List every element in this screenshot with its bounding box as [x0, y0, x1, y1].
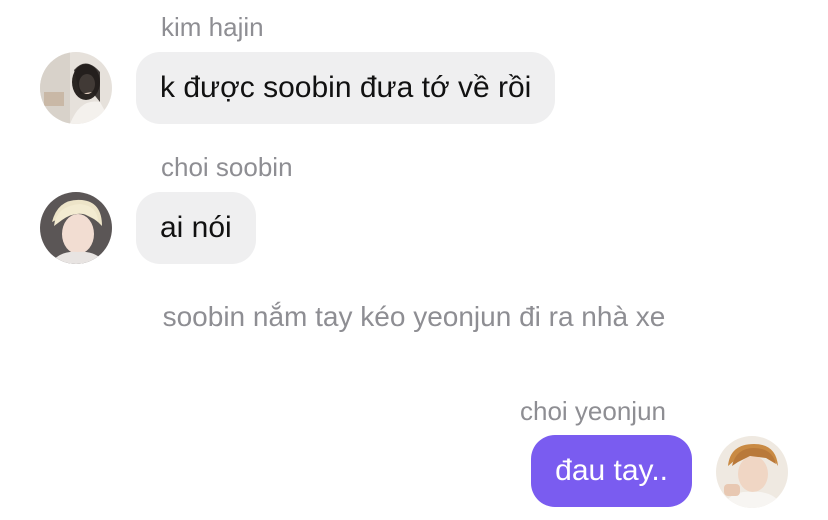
hajin-avatar[interactable]	[40, 52, 112, 124]
message-bubble-outgoing[interactable]: đau tay..	[531, 435, 692, 507]
sender-name: kim hajin	[161, 12, 264, 42]
sender-name: choi yeonjun	[520, 396, 666, 426]
message-bubble[interactable]: ai nói	[136, 192, 256, 264]
yeonjun-avatar[interactable]	[716, 436, 788, 508]
message-bubble[interactable]: k được soobin đưa tớ về rồi	[136, 52, 556, 124]
narration-text: soobin nắm tay kéo yeonjun đi ra nhà xe	[162, 301, 666, 332]
soobin-avatar[interactable]	[40, 192, 112, 264]
sender-name: choi soobin	[161, 152, 293, 182]
